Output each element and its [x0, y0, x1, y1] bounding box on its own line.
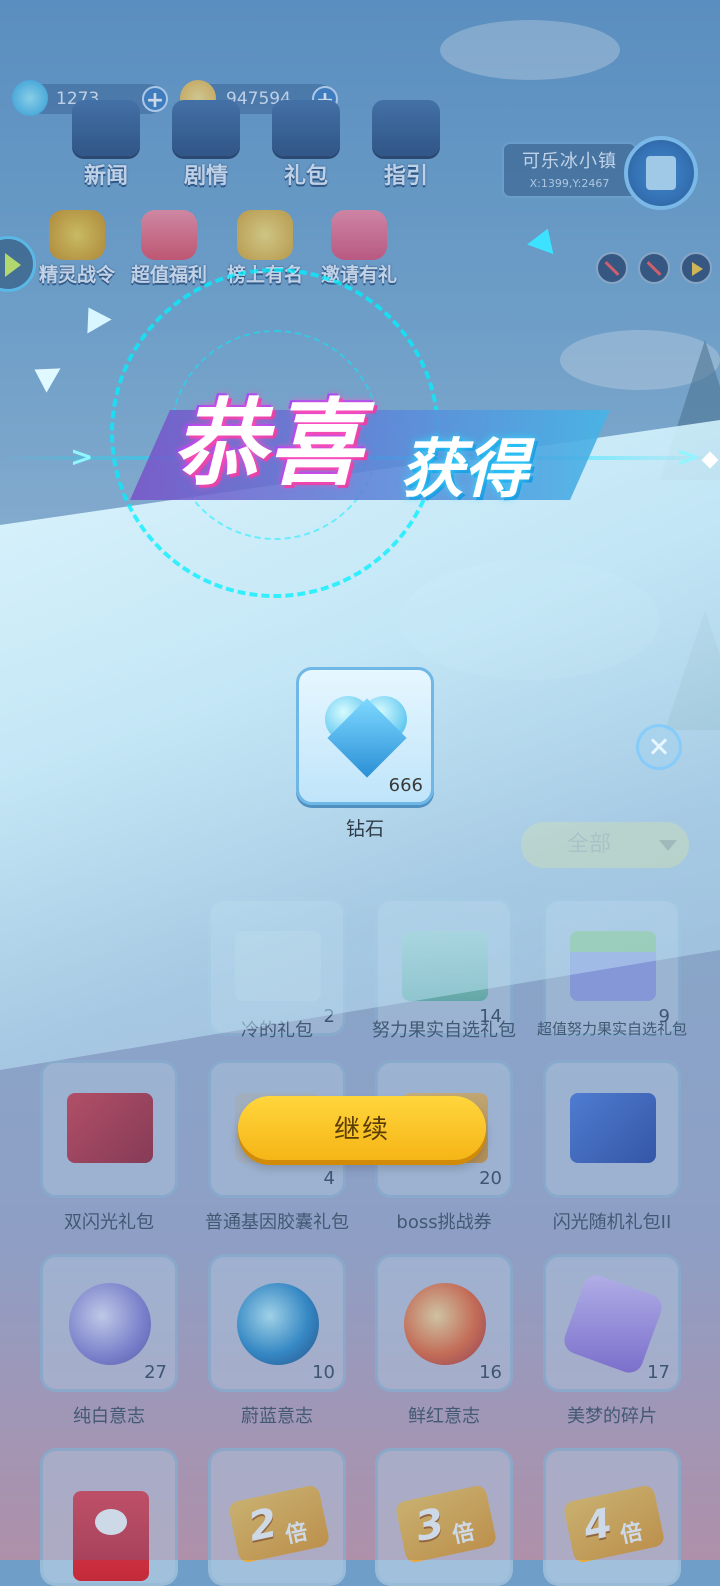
- chevron-right-icon: >: [70, 440, 94, 473]
- title-congrats: 恭喜: [172, 390, 365, 499]
- reward-count: 666: [388, 775, 423, 796]
- close-icon[interactable]: [636, 724, 682, 770]
- blue-heart-diamond-icon: [325, 692, 409, 778]
- chevron-right-icon: >: [676, 440, 700, 473]
- continue-label: 继续: [333, 1114, 390, 1144]
- title-obtained: 获得: [400, 433, 528, 507]
- reward-item-name: 钻石: [345, 818, 384, 840]
- reward-item-card[interactable]: 666: [296, 667, 434, 805]
- continue-button[interactable]: 继续: [238, 1096, 486, 1160]
